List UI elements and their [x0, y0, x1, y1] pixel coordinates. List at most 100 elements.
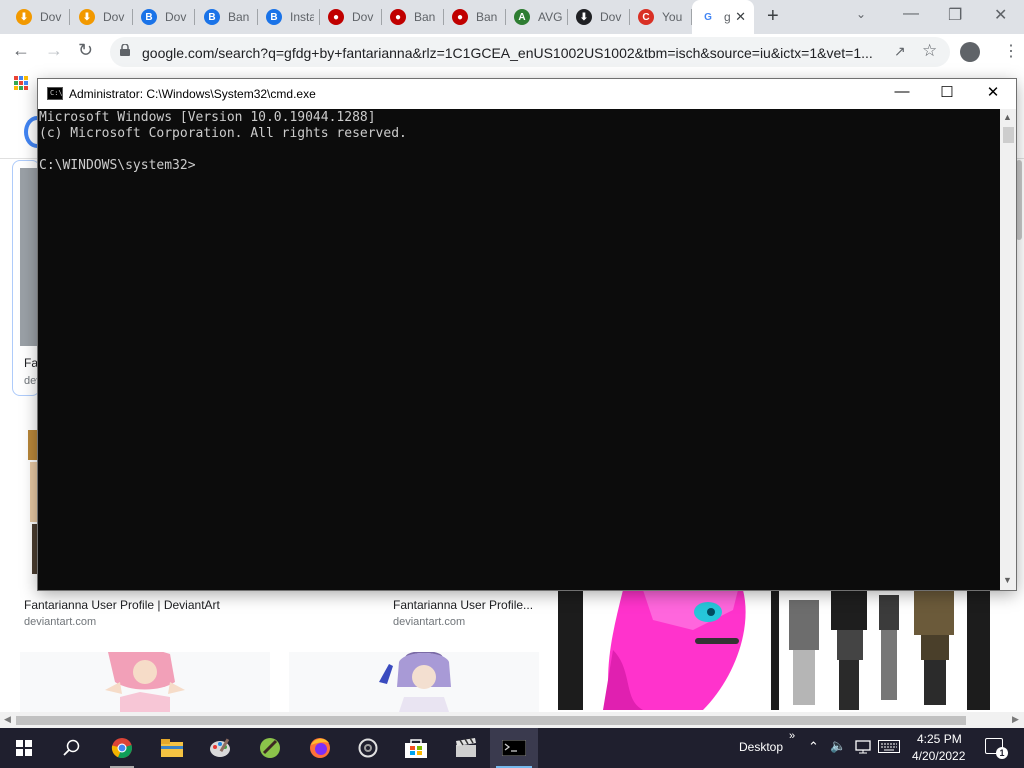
page-scrollbar-thumb[interactable] — [1016, 160, 1022, 240]
record-icon: ● — [452, 9, 468, 25]
notification-count-badge: 1 — [996, 747, 1008, 759]
image-thumbnail[interactable] — [289, 652, 539, 712]
google-icon: G — [700, 9, 716, 25]
console-text[interactable]: Microsoft Windows [Version 10.0.19044.12… — [39, 110, 407, 174]
close-icon[interactable]: ✕ — [970, 83, 1016, 101]
result-title[interactable]: Fantarianna User Profile... — [393, 598, 533, 612]
bitdefender-icon: B — [204, 9, 220, 25]
restore-icon[interactable]: ❐ — [948, 5, 962, 25]
c-logo-icon: C — [638, 9, 654, 25]
apps-grid-icon[interactable] — [14, 76, 28, 90]
browser-tab[interactable]: ● Ban — [382, 0, 444, 34]
close-tab-icon[interactable]: ✕ — [735, 9, 746, 25]
close-icon[interactable]: ✕ — [994, 5, 1007, 25]
result-source: deviantart.com — [393, 616, 466, 628]
console-output[interactable]: Microsoft Windows [Version 10.0.19044.12… — [38, 109, 1000, 590]
store-icon[interactable] — [392, 728, 440, 768]
download-icon: ⬇ — [16, 9, 32, 25]
clock-date[interactable]: 4/20/2022 — [912, 749, 965, 763]
cmd-icon[interactable] — [490, 728, 538, 768]
image-thumbnail-fragment[interactable] — [24, 420, 38, 580]
keyboard-icon[interactable] — [878, 740, 900, 756]
console-line: (c) Microsoft Corporation. All rights re… — [39, 126, 407, 141]
scroll-right-icon[interactable]: ▶ — [1012, 714, 1019, 725]
tab-title: Dov — [600, 10, 622, 24]
browser-toolbar: ← → ↻ google.com/search?q=gfdg+by+fantar… — [0, 34, 1024, 72]
profile-avatar-icon[interactable] — [960, 42, 980, 62]
url-text[interactable]: google.com/search?q=gfdg+by+fantarianna&… — [142, 45, 873, 61]
notepadpp-icon[interactable] — [246, 728, 294, 768]
tab-title: AVG — [538, 10, 562, 24]
browser-tab[interactable]: ● Ban — [444, 0, 506, 34]
scroll-up-icon[interactable]: ▲ — [1003, 112, 1012, 122]
show-hidden-icons-icon[interactable]: ⌃ — [808, 739, 819, 755]
clapper-icon[interactable] — [442, 728, 490, 768]
maximize-icon[interactable]: ☐ — [924, 83, 970, 101]
cmd-app-icon: C:\ — [47, 87, 63, 100]
image-thumbnail[interactable] — [20, 652, 270, 712]
tab-strip: ⬇ Dov ⬇ Dov B Dov B Ban B Insta ● Dov ● Ban ● Ban A AVG ⬇ D… — [0, 0, 1024, 34]
forward-icon[interactable]: → — [45, 40, 63, 61]
settings-icon[interactable] — [344, 728, 392, 768]
cmd-title-bar[interactable]: C:\ Administrator: C:\Windows\System32\c… — [38, 79, 1016, 109]
horizontal-scrollbar[interactable]: ◀ ▶ — [0, 712, 1024, 728]
browser-tab[interactable]: ● Dov — [320, 0, 382, 34]
desktop-toolbar-label[interactable]: Desktop — [739, 740, 783, 754]
scroll-left-icon[interactable]: ◀ — [4, 714, 11, 725]
minimize-icon[interactable]: — — [903, 5, 919, 23]
tab-title: g — [724, 10, 731, 24]
volume-icon[interactable]: 🔈 — [830, 738, 846, 754]
reload-icon[interactable]: ↻ — [78, 40, 93, 61]
browser-tab[interactable]: B Ban — [196, 0, 258, 34]
firefox-icon[interactable] — [296, 728, 344, 768]
result-title[interactable]: Fantarianna User Profile | DeviantArt — [24, 598, 220, 612]
browser-tab[interactable]: B Insta — [258, 0, 320, 34]
bitdefender-icon: B — [266, 9, 282, 25]
share-icon[interactable]: ↗ — [894, 43, 906, 60]
record-icon: ● — [390, 9, 406, 25]
browser-tab[interactable]: Gg ✕ — [692, 0, 754, 34]
chrome-menu-icon[interactable]: ⋮ — [1003, 41, 1019, 61]
browser-tab[interactable]: C You — [630, 0, 692, 34]
avg-icon: A — [514, 9, 530, 25]
browser-tab[interactable]: ⬇ Dov — [8, 0, 70, 34]
tab-title: You — [662, 10, 683, 24]
browser-tab[interactable]: A AVG — [506, 0, 568, 34]
bookmark-star-icon[interactable]: ☆ — [922, 41, 937, 61]
record-icon: ● — [328, 9, 344, 25]
console-line: C:\WINDOWS\system32> — [39, 158, 196, 173]
back-icon[interactable]: ← — [12, 40, 30, 61]
image-thumbnail[interactable] — [20, 168, 38, 346]
image-thumbnail[interactable] — [583, 590, 771, 710]
tab-title: Dov — [40, 10, 62, 24]
chrome-icon[interactable] — [98, 728, 146, 768]
window-title: Administrator: C:\Windows\System32\cmd.e… — [69, 87, 316, 101]
toolbar-chevron-icon[interactable]: » — [789, 730, 795, 742]
clock-time[interactable]: 4:25 PM — [917, 732, 962, 746]
image-thumbnail[interactable] — [779, 590, 967, 710]
lock-icon — [120, 44, 130, 56]
new-tab-button[interactable]: + — [767, 5, 779, 28]
tab-title: Ban — [414, 10, 436, 24]
scrollbar-thumb[interactable] — [16, 716, 966, 725]
download-icon: ⬇ — [79, 9, 95, 25]
minimize-icon[interactable]: — — [879, 83, 925, 100]
scrollbar-thumb[interactable] — [1003, 127, 1014, 143]
file-explorer-icon[interactable] — [148, 728, 196, 768]
search-icon[interactable] — [48, 728, 96, 768]
windows-start-icon[interactable] — [0, 728, 48, 768]
browser-tab[interactable]: ⬇ Dov — [568, 0, 630, 34]
address-bar[interactable]: google.com/search?q=gfdg+by+fantarianna&… — [110, 37, 950, 67]
tab-title: Ban — [476, 10, 498, 24]
tab-search-chevron-icon[interactable]: ⌄ — [856, 7, 866, 21]
console-scrollbar[interactable]: ▲ ▼ — [1000, 109, 1016, 590]
tab-title: Insta — [290, 10, 314, 24]
browser-tab[interactable]: B Dov — [133, 0, 195, 34]
cmd-window[interactable]: C:\ Administrator: C:\Windows\System32\c… — [38, 79, 1016, 590]
scroll-down-icon[interactable]: ▼ — [1003, 575, 1012, 585]
browser-tab[interactable]: ⬇ Dov — [71, 0, 133, 34]
network-icon[interactable] — [855, 740, 871, 757]
bitdefender-icon: B — [141, 9, 157, 25]
paint-icon[interactable] — [196, 728, 244, 768]
